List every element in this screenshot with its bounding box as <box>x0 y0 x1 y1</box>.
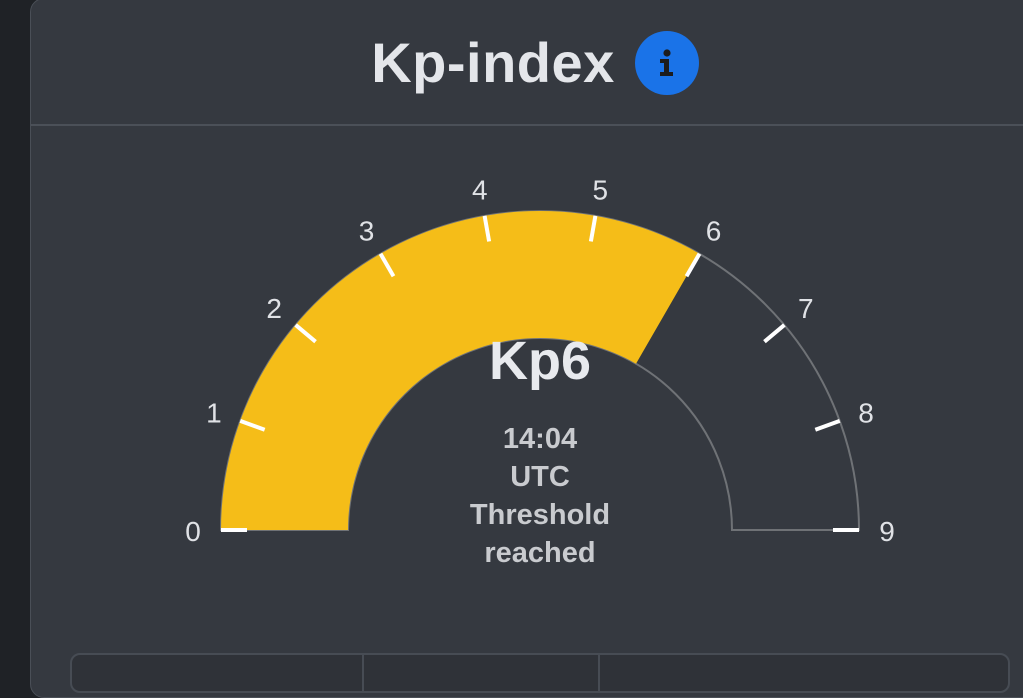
gauge-time: 14:04 <box>502 423 578 455</box>
gauge-tick-label: 4 <box>472 174 488 205</box>
gauge-tick-label: 7 <box>798 293 814 324</box>
gauge-status-line1: Threshold <box>469 499 611 531</box>
gauge-value-label: Kp6 <box>488 331 591 391</box>
gauge-status-line2: reached <box>484 537 596 569</box>
kp-table <box>70 653 1010 693</box>
table-column-divider <box>598 655 600 691</box>
gauge-tick-label: 6 <box>706 215 722 246</box>
gauge-tick <box>814 419 841 432</box>
gauge-tick-label: 2 <box>266 293 282 324</box>
gauge-timezone: UTC <box>510 461 570 493</box>
gauge-tick-label: 0 <box>185 516 201 547</box>
gauge-tick-label: 8 <box>858 397 874 428</box>
gauge-tick-label: 3 <box>359 215 375 246</box>
gauge-status: 14:04 UTC Threshold reached <box>440 420 640 572</box>
table-column-divider <box>362 655 364 691</box>
gauge-tick-label: 5 <box>592 174 608 205</box>
gauge-tick <box>763 323 786 344</box>
gauge-tick-label: 9 <box>879 516 895 547</box>
gauge-tick-label: 1 <box>206 397 222 428</box>
